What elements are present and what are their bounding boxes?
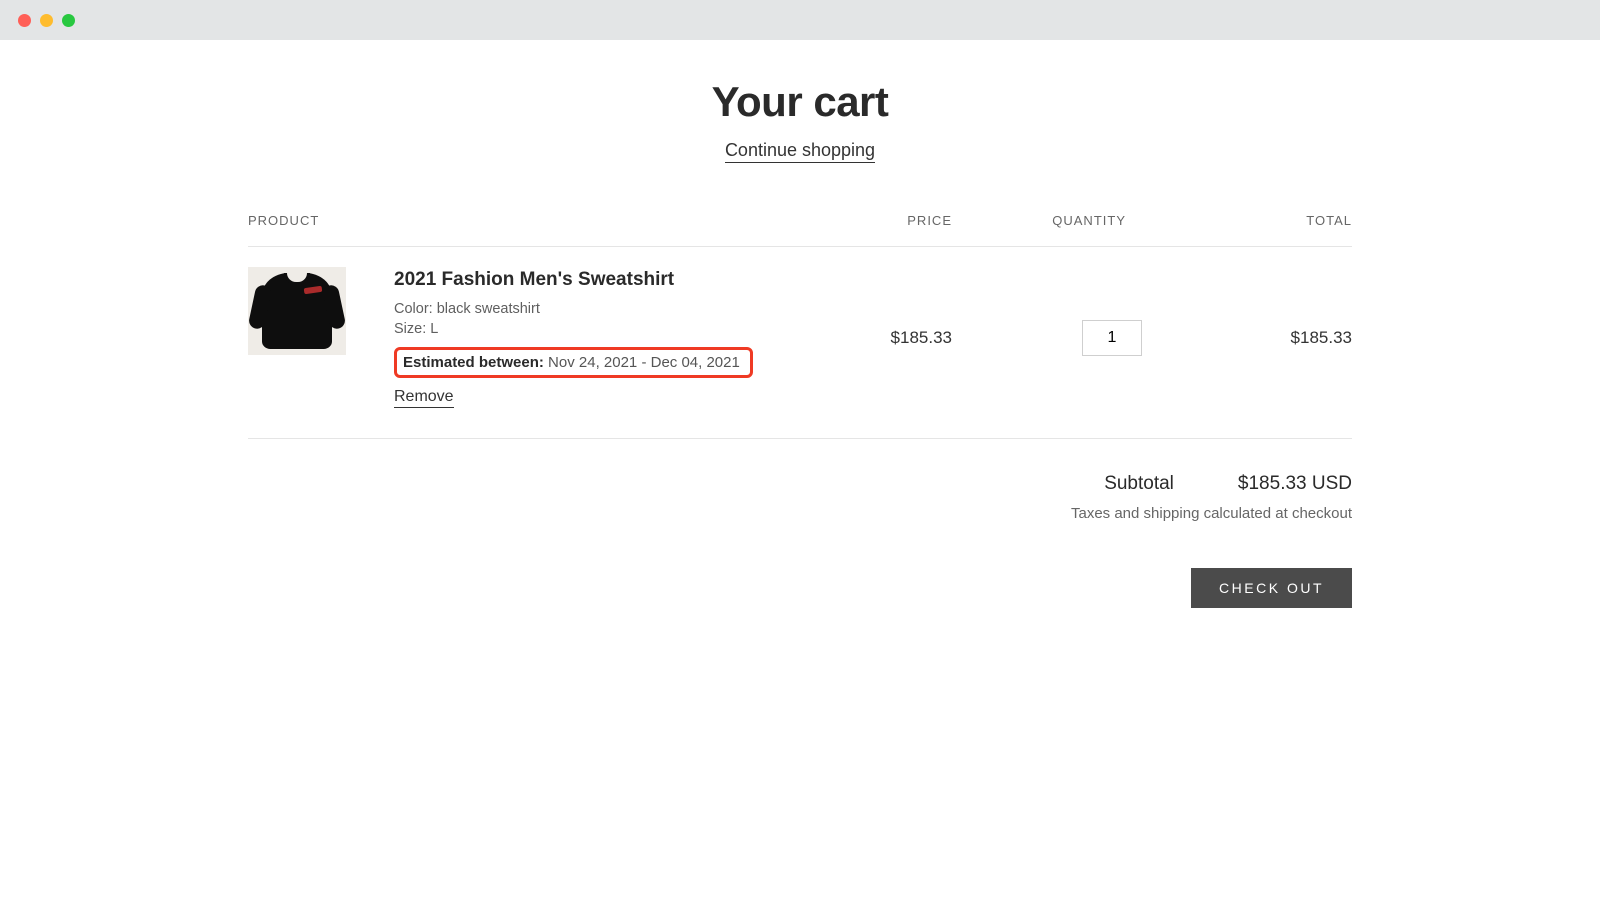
variant-color-value: black sweatshirt <box>437 301 540 317</box>
variant-size-value: L <box>430 321 438 337</box>
product-image <box>262 273 332 349</box>
product-thumbnail[interactable] <box>248 267 346 355</box>
quantity-input[interactable] <box>1082 320 1142 356</box>
col-total: TOTAL <box>1172 213 1352 228</box>
window-titlebar <box>0 0 1600 40</box>
remove-item-link[interactable]: Remove <box>394 388 454 408</box>
product-details: 2021 Fashion Men's Sweatshirt Color: bla… <box>346 267 792 408</box>
subtotal-value: $185.33 USD <box>1238 473 1352 495</box>
item-price: $185.33 <box>792 328 952 348</box>
window-controls <box>18 14 75 27</box>
continue-shopping-label: Continue shopping <box>725 140 875 163</box>
delivery-estimate-label: Estimated between: <box>403 354 544 371</box>
tax-shipping-note: Taxes and shipping calculated at checkou… <box>1071 505 1352 522</box>
col-quantity: QUANTITY <box>952 213 1172 228</box>
col-product: PRODUCT <box>248 213 792 228</box>
delivery-estimate-value: Nov 24, 2021 - Dec 04, 2021 <box>548 354 740 371</box>
quantity-cell <box>952 320 1172 356</box>
cart-table: PRODUCT PRICE QUANTITY TOTAL 2021 Fashio… <box>248 213 1352 608</box>
subtotal-row: Subtotal $185.33 USD <box>1104 473 1352 495</box>
maximize-window-button[interactable] <box>62 14 75 27</box>
delivery-estimate-highlight: Estimated between: Nov 24, 2021 - Dec 04… <box>394 347 753 378</box>
close-window-button[interactable] <box>18 14 31 27</box>
subtotal-label: Subtotal <box>1104 473 1174 495</box>
variant-size: Size: L <box>394 321 792 337</box>
col-price: PRICE <box>792 213 952 228</box>
product-name: 2021 Fashion Men's Sweatshirt <box>394 269 792 291</box>
minimize-window-button[interactable] <box>40 14 53 27</box>
variant-size-label: Size: <box>394 321 426 337</box>
variant-color: Color: black sweatshirt <box>394 301 792 317</box>
cart-header-row: PRODUCT PRICE QUANTITY TOTAL <box>248 213 1352 247</box>
continue-shopping-link[interactable]: Continue shopping <box>0 140 1600 161</box>
cart-summary: Subtotal $185.33 USD Taxes and shipping … <box>248 473 1352 608</box>
item-total: $185.33 <box>1172 328 1352 348</box>
checkout-button[interactable]: CHECK OUT <box>1191 568 1352 608</box>
variant-color-label: Color: <box>394 301 433 317</box>
cart-item-row: 2021 Fashion Men's Sweatshirt Color: bla… <box>248 247 1352 439</box>
page-title: Your cart <box>0 78 1600 126</box>
